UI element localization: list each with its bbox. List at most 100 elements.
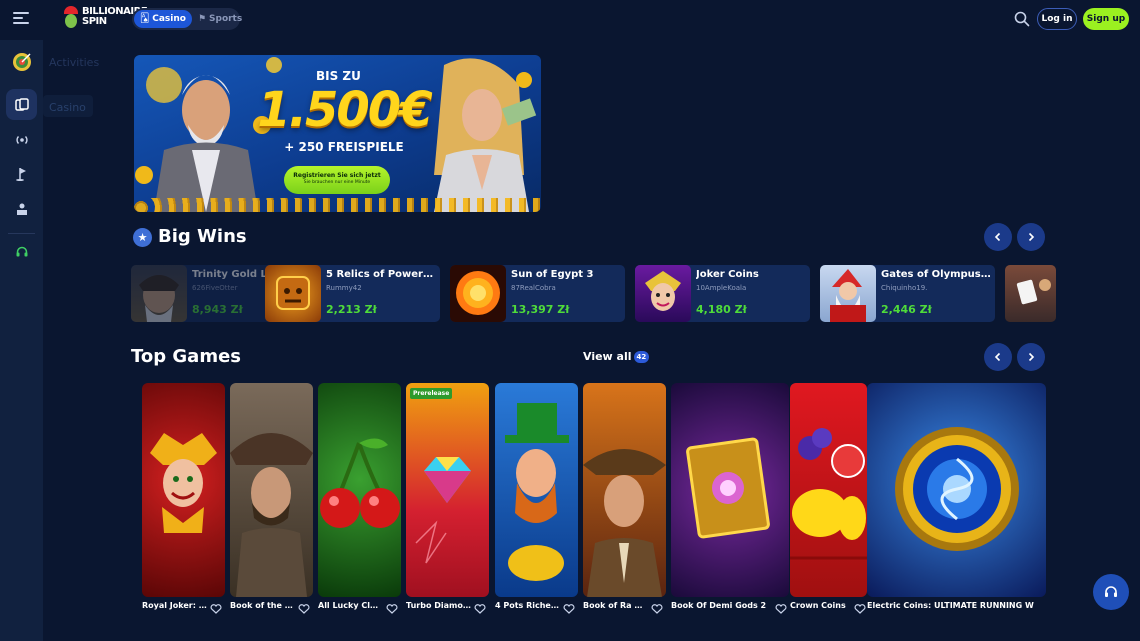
promo-banner[interactable]: BIS ZU 1.500€ + 250 FREISPIELE Registrie… — [134, 55, 541, 212]
sports-icon: ⚑ — [197, 14, 207, 24]
win-username: 626FiveOtter — [192, 284, 238, 292]
game-thumbnail — [318, 383, 401, 597]
win-amount: 2,446 Zł — [881, 303, 932, 316]
casino-tab[interactable]: 🂡 Casino — [134, 10, 192, 28]
game-title: Turbo Diamon... — [406, 601, 471, 610]
golf-flag-icon[interactable] — [6, 158, 37, 189]
game-thumbnail — [671, 383, 789, 597]
star-icon: ★ — [133, 228, 152, 247]
big-wins-prev-button[interactable] — [984, 223, 1012, 251]
view-all-link[interactable]: View all 42 — [583, 350, 650, 363]
banner-free-spins: + 250 FREISPIELE — [284, 140, 404, 154]
game-card[interactable]: Royal Joker: H... — [142, 383, 225, 614]
win-card[interactable]: 5 Relics of Power: Ho... Rummy42 2,213 Z… — [265, 265, 440, 322]
top-games-prev-button[interactable] — [984, 343, 1012, 371]
game-thumbnail: Prerelease — [406, 383, 489, 597]
win-game-name: Gates of Olympus X... — [881, 269, 991, 280]
top-games-title: Top Games — [131, 346, 242, 367]
podium-icon[interactable] — [6, 193, 37, 224]
headset-icon — [1105, 586, 1117, 597]
game-card[interactable]: Book of the Fa... — [230, 383, 313, 614]
sports-tab[interactable]: ⚑ Sports — [192, 10, 248, 28]
win-amount: 4,180 Zł — [696, 303, 747, 316]
win-game-name: Joker Coins — [696, 269, 759, 280]
favorite-heart-icon[interactable] — [775, 604, 787, 614]
live-support-button[interactable] — [1093, 574, 1129, 610]
chevron-left-icon — [994, 232, 1001, 242]
chevron-left-icon — [994, 352, 1001, 362]
game-title: Crown Coins — [790, 601, 846, 610]
game-card[interactable]: 4 Pots Riches: ... — [495, 383, 578, 614]
register-button[interactable]: Registrieren Sie sich jetzt Sie brauchen… — [284, 166, 390, 194]
game-title: Book of the Fa... — [230, 601, 295, 610]
win-amount: 8,943 Zł — [192, 303, 243, 316]
game-card[interactable]: Electric Coins: ULTIMATE RUNNING W — [867, 383, 1046, 610]
game-title: Electric Coins: ULTIMATE RUNNING W — [867, 601, 1034, 610]
cards-icon: 🂡 — [140, 14, 150, 24]
support-headset-icon[interactable] — [6, 236, 37, 267]
win-card[interactable]: Sun of Egypt 3 87RealCobra 13,397 Zł — [450, 265, 625, 322]
win-game-name: Sun of Egypt 3 — [511, 269, 594, 280]
win-username: 10AmpleKoala — [696, 284, 747, 292]
search-icon[interactable] — [1014, 11, 1030, 27]
games-count-badge: 42 — [633, 350, 650, 363]
prerelease-badge: Prerelease — [410, 388, 453, 399]
login-button[interactable]: Log in — [1037, 8, 1077, 30]
game-thumbnail — [230, 383, 313, 597]
chevron-right-icon — [1028, 352, 1035, 362]
game-thumbnail — [790, 383, 867, 597]
game-thumbnail — [583, 383, 666, 597]
hamburger-menu-icon[interactable] — [13, 12, 29, 26]
banner-coins-decoration — [134, 198, 541, 212]
favorite-heart-icon[interactable] — [854, 604, 866, 614]
cards-icon[interactable] — [6, 89, 37, 120]
favorite-heart-icon[interactable] — [474, 604, 486, 614]
favorite-heart-icon[interactable] — [651, 604, 663, 614]
sidebar-divider — [8, 233, 35, 234]
game-card[interactable]: Book Of Demi Gods 2 — [671, 383, 789, 614]
game-title: Royal Joker: H... — [142, 601, 207, 610]
flyout-activities[interactable]: Activities — [49, 56, 99, 69]
game-title: All Lucky Clov... — [318, 601, 383, 610]
big-wins-title: Big Wins — [158, 226, 247, 247]
register-button-sublabel: Sie brauchen nur eine Minute — [303, 180, 371, 185]
casino-sports-toggle: 🂡 Casino ⚑ Sports — [132, 8, 242, 30]
top-bar: BILLIONAIRE SPIN 🂡 Casino ⚑ Sports Log i… — [0, 0, 1140, 40]
game-title: Book of Ra De... — [583, 601, 648, 610]
big-wins-next-button[interactable] — [1017, 223, 1045, 251]
win-amount: 2,213 Zł — [326, 303, 377, 316]
win-game-name: 5 Relics of Power: Ho... — [326, 269, 436, 280]
game-card[interactable]: All Lucky Clov... — [318, 383, 401, 614]
big-wins-list: Trinity Gold Link 626FiveOtter 8,943 Zł … — [131, 265, 1056, 322]
game-thumbnail — [1005, 265, 1056, 322]
live-broadcast-icon[interactable] — [6, 124, 37, 155]
game-card[interactable]: Book of Ra De... — [583, 383, 666, 614]
game-card[interactable]: Crown Coins — [790, 383, 867, 614]
chevron-right-icon — [1028, 232, 1035, 242]
favorite-heart-icon[interactable] — [563, 604, 575, 614]
game-title: 4 Pots Riches: ... — [495, 601, 560, 610]
favorite-heart-icon[interactable] — [386, 604, 398, 614]
favorite-heart-icon[interactable] — [210, 604, 222, 614]
win-username: Rummy42 — [326, 284, 362, 292]
win-card[interactable]: Gates of Olympus X... Chiquinho19. 2,446… — [820, 265, 995, 322]
target-icon[interactable] — [6, 46, 37, 77]
banner-amount: 1.500€ — [257, 82, 432, 138]
game-card[interactable]: Prerelease Turbo Diamon... — [406, 383, 489, 614]
game-thumbnail — [495, 383, 578, 597]
game-thumbnail — [635, 265, 691, 322]
signup-button[interactable]: Sign up — [1083, 8, 1129, 30]
sidebar — [0, 40, 43, 641]
win-card[interactable] — [1005, 265, 1056, 322]
game-thumbnail — [820, 265, 876, 322]
game-thumbnail — [450, 265, 506, 322]
favorite-heart-icon[interactable] — [298, 604, 310, 614]
win-card[interactable]: Joker Coins 10AmpleKoala 4,180 Zł — [635, 265, 810, 322]
top-games-next-button[interactable] — [1017, 343, 1045, 371]
flyout-casino[interactable]: Casino — [43, 95, 93, 117]
game-thumbnail — [867, 383, 1046, 597]
view-all-label: View all — [583, 350, 632, 363]
game-thumbnail — [265, 265, 321, 322]
top-games-list: Royal Joker: H... Book of the Fa... All … — [142, 383, 1046, 618]
game-title: Book Of Demi Gods 2 — [671, 601, 767, 610]
